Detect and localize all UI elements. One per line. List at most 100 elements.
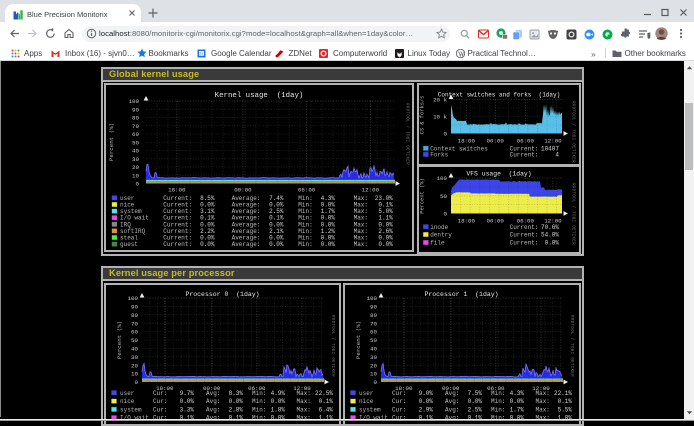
svg-text:Avg:: Avg: [206, 398, 220, 405]
svg-text:00:00: 00:00 [486, 138, 504, 145]
svg-text:2.8%: 2.8% [229, 406, 244, 413]
svg-text:31: 31 [198, 51, 204, 56]
svg-text:20: 20 [131, 362, 138, 369]
svg-text:guest: guest [120, 241, 138, 248]
svg-text:70: 70 [131, 320, 138, 327]
svg-text:9.7%: 9.7% [180, 390, 195, 397]
svg-text:0.1%: 0.1% [319, 398, 334, 405]
svg-text:system: system [359, 406, 381, 413]
svg-text:0: 0 [136, 181, 140, 188]
svg-text:60: 60 [131, 329, 138, 336]
svg-text:Avg:: Avg: [445, 406, 459, 413]
svg-text:Average:: Average: [232, 241, 261, 248]
svg-text:Cur:: Cur: [392, 390, 406, 397]
svg-text:1.8%: 1.8% [271, 406, 286, 413]
svg-text:40: 40 [131, 346, 138, 353]
svg-text:0: 0 [444, 131, 448, 138]
svg-text:Avg:: Avg: [445, 390, 459, 397]
svg-text:dentry: dentry [430, 232, 452, 239]
svg-text:10: 10 [131, 371, 138, 378]
svg-text:9.0%: 9.0% [419, 390, 434, 397]
svg-text:Cur:: Cur: [153, 406, 167, 413]
svg-text:70: 70 [132, 123, 139, 130]
svg-text:10: 10 [370, 371, 377, 378]
svg-text:30: 30 [370, 354, 377, 361]
svg-text:60: 60 [370, 329, 377, 336]
svg-text:Avg:: Avg: [206, 406, 220, 413]
svg-text:Current:: Current: [510, 151, 539, 158]
svg-text:40: 40 [370, 346, 377, 353]
svg-text:RRDTOOL / TOBI OETIKER: RRDTOOL / TOBI OETIKER [330, 315, 335, 377]
svg-text:inode: inode [430, 224, 448, 231]
svg-text:user: user [359, 390, 374, 397]
svg-text:06:00: 06:00 [298, 187, 316, 194]
svg-text:7.5%: 7.5% [468, 390, 483, 397]
svg-text:0.0%: 0.0% [510, 398, 525, 405]
svg-text:50: 50 [370, 337, 377, 344]
svg-text:80: 80 [131, 312, 138, 319]
svg-text:70.6%: 70.6% [541, 224, 559, 231]
svg-text:Min:: Min: [298, 241, 312, 248]
svg-text:0.0%: 0.0% [200, 241, 215, 248]
svg-text:100: 100 [129, 98, 140, 105]
svg-text:Current:: Current: [510, 224, 539, 231]
svg-text:20: 20 [370, 362, 377, 369]
svg-text:8.3%: 8.3% [229, 390, 244, 397]
svg-text:RRDTOOL / TOBI OETIKER: RRDTOOL / TOBI OETIKER [571, 101, 576, 163]
svg-text:Min:: Min: [491, 406, 505, 413]
svg-text:06:00: 06:00 [517, 138, 535, 145]
svg-text:Cur:: Cur: [153, 398, 167, 405]
svg-text:100: 100 [367, 295, 378, 302]
svg-text:0.1%: 0.1% [558, 398, 573, 405]
svg-text:20: 20 [132, 164, 139, 171]
svg-text:Processor 0 (1day): Processor 0 (1day) [185, 291, 259, 298]
svg-text:0: 0 [135, 379, 139, 386]
svg-text:2.9%: 2.9% [419, 406, 434, 413]
svg-text:18:00: 18:00 [168, 187, 186, 194]
svg-text:3.3%: 3.3% [180, 406, 195, 413]
svg-text:Avg:: Avg: [206, 390, 220, 397]
svg-text:10: 10 [132, 172, 139, 179]
svg-text:Current:: Current: [163, 241, 192, 248]
svg-text:0.0%: 0.0% [271, 398, 286, 405]
svg-text:1.7%: 1.7% [510, 406, 525, 413]
svg-text:0.0%: 0.0% [269, 241, 284, 248]
svg-text:20 k: 20 k [433, 97, 447, 104]
svg-text:Max:: Max: [354, 241, 368, 248]
svg-text:Min:: Min: [491, 390, 505, 397]
svg-text:Percent (%): Percent (%) [108, 123, 115, 161]
svg-text:00:00: 00:00 [234, 187, 252, 194]
svg-text:90: 90 [132, 106, 139, 113]
svg-text:50: 50 [132, 139, 139, 146]
svg-text:0.0%: 0.0% [545, 240, 560, 247]
svg-text:18:00: 18:00 [458, 218, 476, 225]
svg-text:user: user [120, 390, 135, 397]
svg-text:50: 50 [131, 337, 138, 344]
svg-text:00:00: 00:00 [486, 218, 504, 225]
svg-text:Cur:: Cur: [153, 390, 167, 397]
svg-text:VFS usage (1day): VFS usage (1day) [466, 171, 531, 178]
svg-text:0: 0 [444, 211, 448, 218]
svg-text:Max:: Max: [536, 398, 550, 405]
svg-text:RRDTOOL / TOBI OETIKER: RRDTOOL / TOBI OETIKER [405, 103, 410, 165]
svg-text:Kernel usage (1day): Kernel usage (1day) [215, 92, 304, 100]
svg-text:nice: nice [359, 398, 374, 405]
svg-text:2.5%: 2.5% [468, 406, 483, 413]
svg-text:Min:: Min: [252, 390, 266, 397]
svg-text:Max:: Max: [297, 398, 311, 405]
svg-text:30: 30 [131, 354, 138, 361]
svg-text:file: file [430, 240, 445, 247]
svg-text:10 k: 10 k [433, 114, 447, 121]
svg-text:60: 60 [132, 131, 139, 138]
svg-text:Cur:: Cur: [392, 406, 406, 413]
svg-text:Max:: Max: [536, 406, 550, 413]
svg-text:Percent (%): Percent (%) [116, 321, 123, 359]
svg-text:Max:: Max: [297, 406, 311, 413]
svg-text:0.0%: 0.0% [378, 241, 393, 248]
svg-text:90: 90 [131, 304, 138, 311]
svg-text:70: 70 [370, 320, 377, 327]
svg-text:Avg:: Avg: [445, 398, 459, 405]
svg-text:Min:: Min: [491, 398, 505, 405]
svg-text:4.9%: 4.9% [271, 390, 286, 397]
svg-text:0.0%: 0.0% [321, 241, 336, 248]
